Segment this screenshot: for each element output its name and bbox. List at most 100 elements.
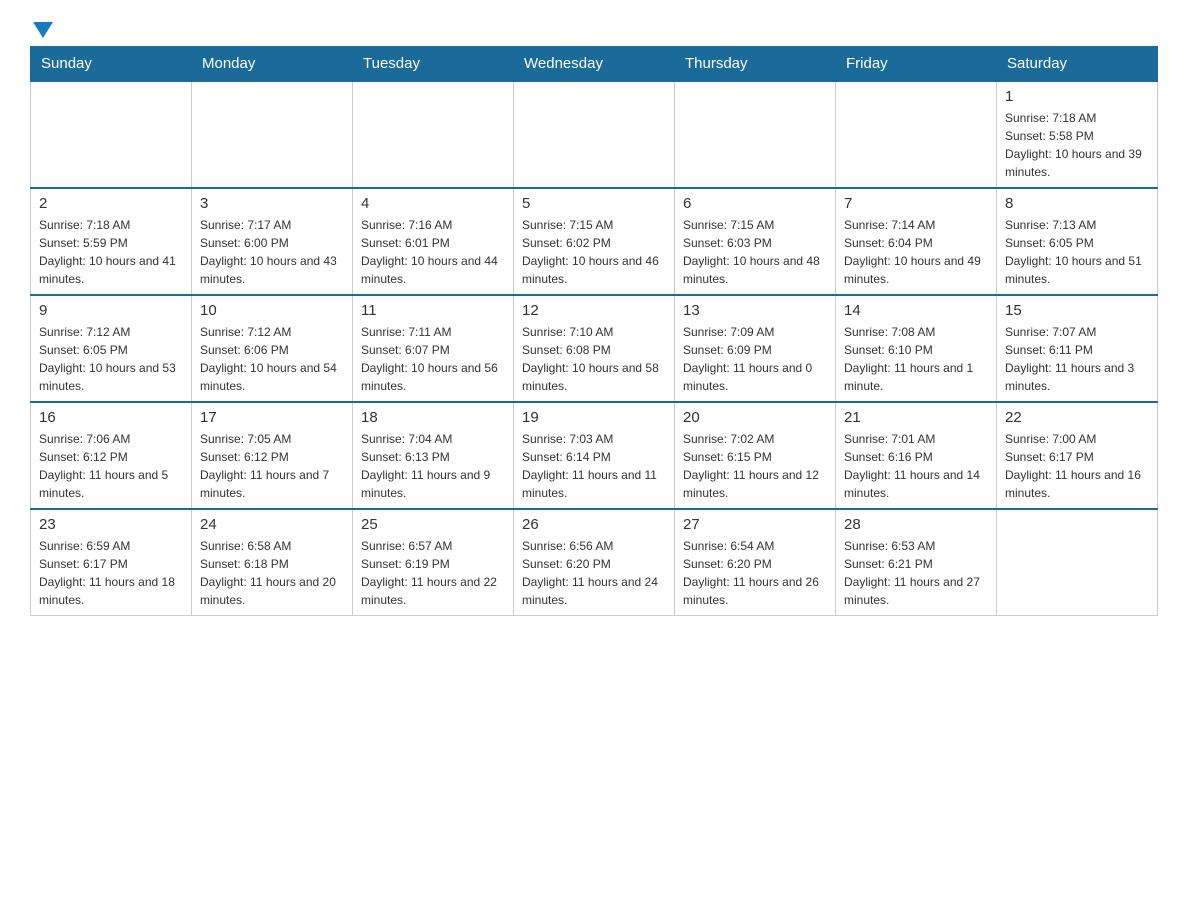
calendar-cell [675, 81, 836, 188]
day-of-week-header: Saturday [997, 47, 1158, 82]
day-number: 16 [39, 409, 183, 426]
day-number: 24 [200, 516, 344, 533]
calendar-week-row: 1 Sunrise: 7:18 AM Sunset: 5:58 PM Daylig… [31, 81, 1158, 188]
day-of-week-header: Thursday [675, 47, 836, 82]
calendar-cell: 15 Sunrise: 7:07 AM Sunset: 6:11 PM Dayli… [997, 295, 1158, 402]
page-header [30, 20, 1158, 36]
day-sun-info: Sunrise: 7:06 AM Sunset: 6:12 PM Dayligh… [39, 430, 183, 502]
day-sun-info: Sunrise: 7:12 AM Sunset: 6:06 PM Dayligh… [200, 323, 344, 395]
calendar-cell: 19Sunrise: 7:03 AM Sunset: 6:14 PM Dayli… [514, 402, 675, 509]
day-of-week-header: Wednesday [514, 47, 675, 82]
calendar-cell: 6 Sunrise: 7:15 AM Sunset: 6:03 PM Daylig… [675, 188, 836, 295]
day-number: 25 [361, 516, 505, 533]
day-number: 23 [39, 516, 183, 533]
day-number: 14 [844, 302, 988, 319]
calendar-cell: 12 Sunrise: 7:10 AM Sunset: 6:08 PM Dayli… [514, 295, 675, 402]
day-of-week-header: Friday [836, 47, 997, 82]
calendar-cell: 26Sunrise: 6:56 AM Sunset: 6:20 PM Dayli… [514, 509, 675, 616]
day-number: 3 [200, 195, 344, 212]
calendar-week-row: 23 Sunrise: 6:59 AM Sunset: 6:17 PM Dayli… [31, 509, 1158, 616]
day-sun-info: Sunrise: 7:01 AM Sunset: 6:16 PM Dayligh… [844, 430, 988, 502]
calendar-cell: 28 Sunrise: 6:53 AM Sunset: 6:21 PM Dayli… [836, 509, 997, 616]
day-number: 9 [39, 302, 183, 319]
calendar-cell: 21 Sunrise: 7:01 AM Sunset: 6:16 PM Dayli… [836, 402, 997, 509]
calendar-cell [836, 81, 997, 188]
day-sun-info: Sunrise: 7:17 AM Sunset: 6:00 PM Dayligh… [200, 216, 344, 288]
calendar-table: SundayMondayTuesdayWednesdayThursdayFrid… [30, 46, 1158, 616]
day-sun-info: Sunrise: 7:16 AM Sunset: 6:01 PM Dayligh… [361, 216, 505, 288]
day-sun-info: Sunrise: 7:07 AM Sunset: 6:11 PM Dayligh… [1005, 323, 1149, 395]
day-number: 11 [361, 302, 505, 319]
calendar-header-row: SundayMondayTuesdayWednesdayThursdayFrid… [31, 47, 1158, 82]
calendar-cell: 7 Sunrise: 7:14 AM Sunset: 6:04 PM Daylig… [836, 188, 997, 295]
day-of-week-header: Sunday [31, 47, 192, 82]
day-number: 12 [522, 302, 666, 319]
day-number: 20 [683, 409, 827, 426]
day-sun-info: Sunrise: 7:13 AM Sunset: 6:05 PM Dayligh… [1005, 216, 1149, 288]
calendar-cell: 18 Sunrise: 7:04 AM Sunset: 6:13 PM Dayli… [353, 402, 514, 509]
calendar-cell: 17Sunrise: 7:05 AM Sunset: 6:12 PM Dayli… [192, 402, 353, 509]
day-of-week-header: Monday [192, 47, 353, 82]
day-sun-info: Sunrise: 6:58 AM Sunset: 6:18 PM Dayligh… [200, 537, 344, 609]
day-sun-info: Sunrise: 6:57 AM Sunset: 6:19 PM Dayligh… [361, 537, 505, 609]
day-number: 8 [1005, 195, 1149, 212]
calendar-cell: 14 Sunrise: 7:08 AM Sunset: 6:10 PM Dayli… [836, 295, 997, 402]
day-number: 26 [522, 516, 666, 533]
calendar-cell: 22 Sunrise: 7:00 AM Sunset: 6:17 PM Dayli… [997, 402, 1158, 509]
day-of-week-header: Tuesday [353, 47, 514, 82]
day-sun-info: Sunrise: 7:00 AM Sunset: 6:17 PM Dayligh… [1005, 430, 1149, 502]
day-number: 7 [844, 195, 988, 212]
day-sun-info: Sunrise: 7:03 AM Sunset: 6:14 PM Dayligh… [522, 430, 666, 502]
calendar-cell: 2 Sunrise: 7:18 AM Sunset: 5:59 PM Daylig… [31, 188, 192, 295]
day-number: 27 [683, 516, 827, 533]
logo-general-text [30, 20, 53, 36]
calendar-cell: 8 Sunrise: 7:13 AM Sunset: 6:05 PM Daylig… [997, 188, 1158, 295]
day-number: 10 [200, 302, 344, 319]
day-sun-info: Sunrise: 7:09 AM Sunset: 6:09 PM Dayligh… [683, 323, 827, 395]
day-sun-info: Sunrise: 7:12 AM Sunset: 6:05 PM Dayligh… [39, 323, 183, 395]
calendar-cell: 27Sunrise: 6:54 AM Sunset: 6:20 PM Dayli… [675, 509, 836, 616]
day-sun-info: Sunrise: 6:53 AM Sunset: 6:21 PM Dayligh… [844, 537, 988, 609]
day-sun-info: Sunrise: 7:08 AM Sunset: 6:10 PM Dayligh… [844, 323, 988, 395]
day-sun-info: Sunrise: 7:10 AM Sunset: 6:08 PM Dayligh… [522, 323, 666, 395]
calendar-cell: 13 Sunrise: 7:09 AM Sunset: 6:09 PM Dayli… [675, 295, 836, 402]
day-sun-info: Sunrise: 7:04 AM Sunset: 6:13 PM Dayligh… [361, 430, 505, 502]
calendar-cell [192, 81, 353, 188]
day-number: 4 [361, 195, 505, 212]
calendar-week-row: 2 Sunrise: 7:18 AM Sunset: 5:59 PM Daylig… [31, 188, 1158, 295]
day-number: 2 [39, 195, 183, 212]
day-number: 28 [844, 516, 988, 533]
calendar-cell [514, 81, 675, 188]
calendar-cell [31, 81, 192, 188]
calendar-cell: 1 Sunrise: 7:18 AM Sunset: 5:58 PM Daylig… [997, 81, 1158, 188]
day-number: 15 [1005, 302, 1149, 319]
day-number: 1 [1005, 88, 1149, 105]
calendar-cell: 11 Sunrise: 7:11 AM Sunset: 6:07 PM Dayli… [353, 295, 514, 402]
day-sun-info: Sunrise: 7:18 AM Sunset: 5:59 PM Dayligh… [39, 216, 183, 288]
calendar-cell: 23 Sunrise: 6:59 AM Sunset: 6:17 PM Dayli… [31, 509, 192, 616]
day-number: 5 [522, 195, 666, 212]
calendar-cell: 20 Sunrise: 7:02 AM Sunset: 6:15 PM Dayli… [675, 402, 836, 509]
calendar-week-row: 16 Sunrise: 7:06 AM Sunset: 6:12 PM Dayli… [31, 402, 1158, 509]
day-number: 21 [844, 409, 988, 426]
day-number: 13 [683, 302, 827, 319]
day-number: 22 [1005, 409, 1149, 426]
day-number: 6 [683, 195, 827, 212]
calendar-cell: 24 Sunrise: 6:58 AM Sunset: 6:18 PM Dayli… [192, 509, 353, 616]
day-sun-info: Sunrise: 7:15 AM Sunset: 6:03 PM Dayligh… [683, 216, 827, 288]
day-sun-info: Sunrise: 7:14 AM Sunset: 6:04 PM Dayligh… [844, 216, 988, 288]
day-sun-info: Sunrise: 7:18 AM Sunset: 5:58 PM Dayligh… [1005, 109, 1149, 181]
calendar-week-row: 9 Sunrise: 7:12 AM Sunset: 6:05 PM Daylig… [31, 295, 1158, 402]
calendar-cell: 3 Sunrise: 7:17 AM Sunset: 6:00 PM Daylig… [192, 188, 353, 295]
day-sun-info: Sunrise: 7:15 AM Sunset: 6:02 PM Dayligh… [522, 216, 666, 288]
day-sun-info: Sunrise: 7:11 AM Sunset: 6:07 PM Dayligh… [361, 323, 505, 395]
calendar-cell: 16 Sunrise: 7:06 AM Sunset: 6:12 PM Dayli… [31, 402, 192, 509]
calendar-cell: 9 Sunrise: 7:12 AM Sunset: 6:05 PM Daylig… [31, 295, 192, 402]
day-number: 18 [361, 409, 505, 426]
day-number: 17 [200, 409, 344, 426]
day-sun-info: Sunrise: 7:02 AM Sunset: 6:15 PM Dayligh… [683, 430, 827, 502]
calendar-cell: 25 Sunrise: 6:57 AM Sunset: 6:19 PM Dayli… [353, 509, 514, 616]
logo-triangle-icon [33, 22, 53, 38]
calendar-cell: 10 Sunrise: 7:12 AM Sunset: 6:06 PM Dayli… [192, 295, 353, 402]
day-sun-info: Sunrise: 6:59 AM Sunset: 6:17 PM Dayligh… [39, 537, 183, 609]
